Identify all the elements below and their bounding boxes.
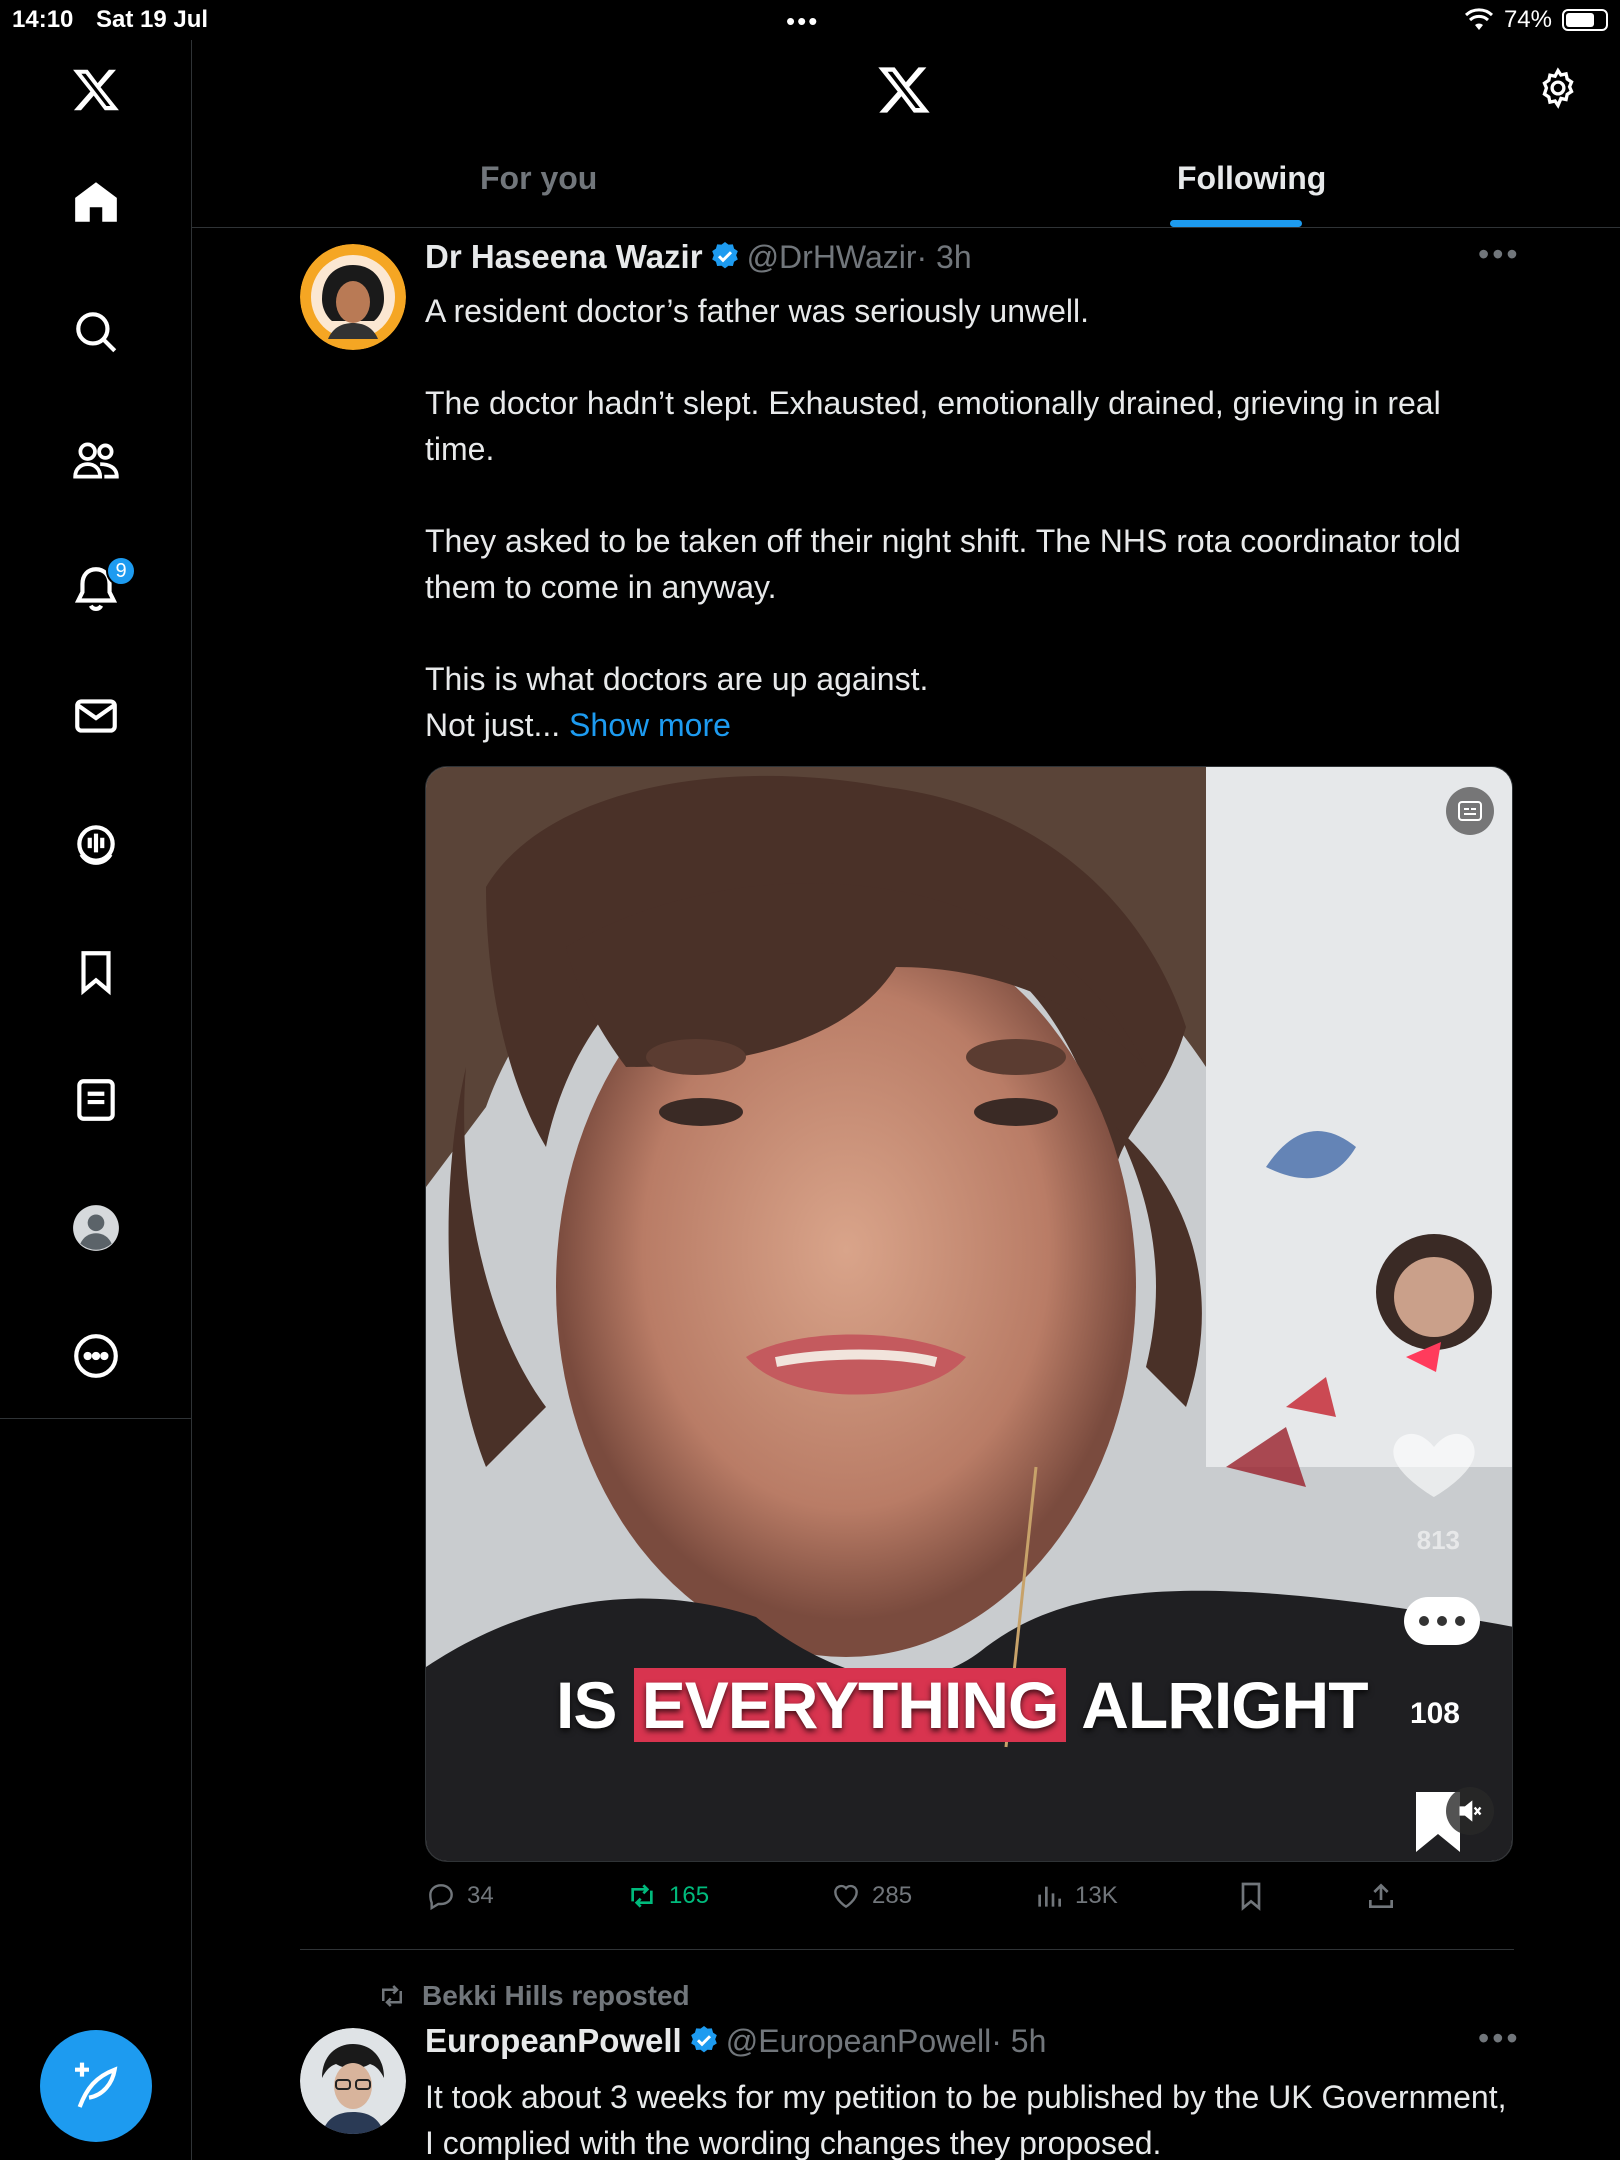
- post-text: It took about 3 weeks for my petition to…: [425, 2079, 1507, 2160]
- battery-icon: [1562, 9, 1608, 31]
- status-bar: 14:10 Sat 19 Jul ••• 74%: [0, 0, 1620, 40]
- repost-icon: [631, 1884, 653, 1908]
- post-time: · 5h: [991, 2023, 1047, 2059]
- compose-button[interactable]: [40, 2030, 152, 2142]
- spaces-icon[interactable]: [66, 814, 126, 874]
- author-avatar[interactable]: [300, 244, 406, 350]
- video-likes-count: 813: [1416, 1525, 1460, 1555]
- reply-button[interactable]: 34: [425, 1880, 494, 1912]
- author-avatar[interactable]: [300, 2028, 406, 2134]
- post-body: A resident doctor’s father was seriously…: [425, 293, 1461, 743]
- messages-icon[interactable]: [66, 686, 126, 746]
- reposted-by[interactable]: Bekki Hills reposted: [422, 1980, 690, 2012]
- video-comments-count: 108: [1409, 1697, 1460, 1730]
- post-header: EuropeanPowell @EuropeanPowell· 5h: [425, 2022, 1046, 2060]
- tab-for-you[interactable]: For you: [480, 160, 597, 197]
- post-separator: [300, 1949, 1514, 1950]
- post-video[interactable]: IS EVERYTHING ALRIGHT 813 108: [425, 766, 1513, 1862]
- active-tab-indicator: [1170, 220, 1302, 227]
- sidebar-divider: [0, 1418, 192, 1419]
- settings-gear-icon[interactable]: [1536, 66, 1580, 115]
- multitasking-dots[interactable]: •••: [786, 6, 819, 37]
- caption-post: ALRIGHT: [1066, 1668, 1368, 1742]
- caption-highlight: EVERYTHING: [633, 1668, 1067, 1742]
- bookmark-button[interactable]: [1235, 1880, 1267, 1912]
- compose-icon: [75, 2062, 118, 2108]
- reply-count: 34: [467, 1882, 494, 1909]
- like-button[interactable]: 285: [830, 1880, 912, 1912]
- reply-icon: [429, 1884, 453, 1911]
- repost-count: 165: [669, 1882, 710, 1909]
- lists-icon[interactable]: [66, 1070, 126, 1130]
- x-logo-icon[interactable]: [66, 60, 126, 120]
- timeline-header: For you Following: [192, 40, 1620, 228]
- share-button[interactable]: [1365, 1880, 1397, 1912]
- repost-context: Bekki Hills reposted: [376, 1980, 690, 2012]
- heart-icon: [834, 1884, 858, 1909]
- status-date: Sat 19 Jul: [96, 6, 209, 33]
- mute-icon[interactable]: [1446, 1787, 1494, 1835]
- wifi-icon: [1464, 8, 1493, 30]
- search-icon[interactable]: [66, 302, 126, 362]
- repost-button[interactable]: 165: [625, 1880, 709, 1912]
- bookmark-icon: [1241, 1882, 1261, 1911]
- author-handle[interactable]: @EuropeanPowell: [726, 2023, 992, 2059]
- captions-icon[interactable]: [1446, 787, 1494, 835]
- author-name[interactable]: Dr Haseena Wazir: [425, 238, 703, 275]
- x-logo-icon[interactable]: [876, 62, 932, 123]
- post-time: · 3h: [916, 239, 972, 275]
- battery-percent: 74%: [1503, 6, 1552, 33]
- notifications-badge: 9: [106, 556, 136, 586]
- views-button[interactable]: 13K: [1033, 1880, 1118, 1912]
- verified-badge-icon: [711, 242, 738, 269]
- post-actions: 34 165 285 13K: [425, 1880, 1425, 1920]
- share-icon: [1369, 1883, 1393, 1908]
- repost-icon: [382, 1985, 402, 2007]
- bookmarks-icon[interactable]: [66, 942, 126, 1002]
- author-name[interactable]: EuropeanPowell: [425, 2022, 682, 2059]
- profile-icon[interactable]: [66, 1198, 126, 1258]
- video-caption: IS EVERYTHING ALRIGHT: [556, 1667, 1369, 1743]
- verified-badge-icon: [690, 2026, 717, 2053]
- post-more-icon[interactable]: •••: [1478, 236, 1521, 273]
- views-count: 13K: [1075, 1882, 1118, 1909]
- post-text: A resident doctor’s father was seriously…: [425, 288, 1515, 748]
- home-icon[interactable]: [66, 172, 126, 232]
- post-more-icon[interactable]: •••: [1478, 2020, 1521, 2057]
- tab-following[interactable]: Following: [1177, 160, 1326, 197]
- views-icon: [1038, 1886, 1061, 1907]
- post-header: Dr Haseena Wazir @DrHWazir· 3h: [425, 238, 972, 276]
- caption-pre: IS: [556, 1668, 634, 1742]
- notifications-icon[interactable]: 9: [66, 556, 136, 618]
- sidebar-nav: 9: [0, 40, 192, 2160]
- show-more-link[interactable]: Show more: [569, 707, 731, 743]
- more-icon[interactable]: [66, 1326, 126, 1386]
- like-count: 285: [872, 1882, 913, 1909]
- communities-icon[interactable]: [66, 430, 126, 490]
- author-handle[interactable]: @DrHWazir: [747, 239, 917, 275]
- status-time: 14:10: [12, 6, 74, 33]
